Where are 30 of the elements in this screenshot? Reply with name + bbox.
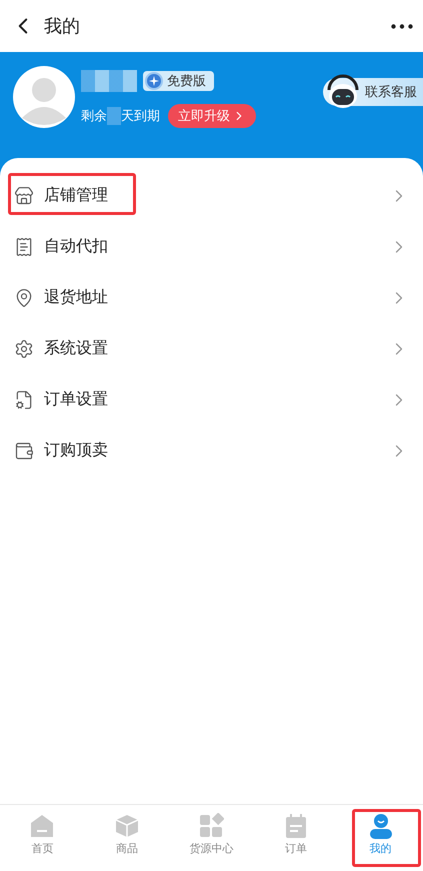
avatar — [13, 66, 75, 128]
menu-item[interactable]: 订购顶卖 — [0, 425, 423, 476]
receipt-icon — [14, 236, 34, 256]
blurred-username — [81, 70, 137, 92]
page-title: 我的 — [44, 15, 81, 38]
pin-icon — [14, 288, 34, 308]
plan-badge: 免费版 — [143, 71, 214, 91]
menu-item[interactable]: 店铺管理 — [0, 170, 423, 221]
nav-tab[interactable]: 首页 — [0, 805, 85, 871]
menu-item[interactable]: 系统设置 — [0, 323, 423, 374]
nav-tab[interactable]: 商品 — [84, 805, 170, 871]
menu-item[interactable]: 退货地址 — [0, 272, 423, 323]
more-button[interactable] — [391, 24, 413, 28]
document-icon — [14, 390, 34, 410]
settings-icon — [14, 338, 34, 358]
expiry-text: 天到期 — [121, 108, 160, 125]
person-icon — [368, 813, 394, 839]
grid-icon — [198, 813, 224, 839]
wallet-icon — [14, 440, 34, 460]
box-icon — [114, 813, 140, 839]
house-icon — [29, 813, 56, 839]
nav-tab[interactable]: 订单 — [254, 805, 338, 871]
shop-icon — [14, 186, 34, 206]
upgrade-button[interactable]: 立即升级 — [168, 104, 256, 128]
nav-tab[interactable]: 货源中心 — [169, 805, 254, 871]
more-icon — [391, 24, 413, 28]
menu-item[interactable]: 订单设置 — [0, 374, 423, 425]
expiry-text: 剩余 — [81, 108, 107, 125]
menu-item[interactable]: 自动代扣 — [0, 221, 423, 272]
blurred-days — [107, 107, 121, 125]
